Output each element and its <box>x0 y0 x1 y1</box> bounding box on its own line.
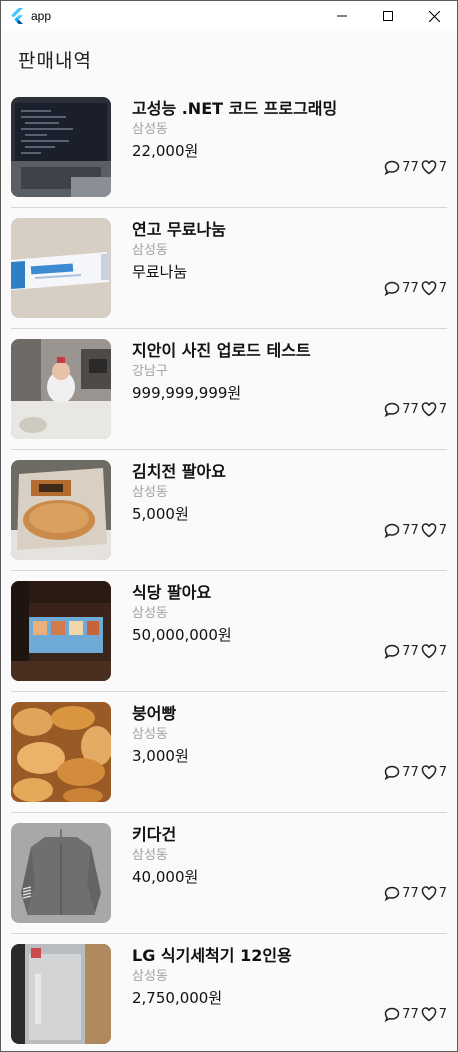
chat-bubble-icon <box>384 402 400 417</box>
heart-icon <box>421 523 436 538</box>
chat-count: 77 <box>402 1007 419 1022</box>
chat-count: 77 <box>402 402 419 417</box>
heart-icon <box>421 765 436 780</box>
chat-bubble-icon <box>384 160 400 175</box>
ointment-tube-photo <box>11 218 111 318</box>
item-price: 22,000원 <box>132 142 199 160</box>
item-stats: 77 7 <box>384 886 447 901</box>
item-stats: 77 7 <box>384 1007 447 1022</box>
close-button[interactable] <box>411 1 457 31</box>
item-price: 40,000원 <box>132 868 199 886</box>
item-title: 식당 팔아요 <box>132 583 212 602</box>
item-stats: 77 7 <box>384 644 447 659</box>
window-title: app <box>31 9 52 23</box>
item-title: 지안이 사진 업로드 테스트 <box>132 341 311 360</box>
like-count: 7 <box>438 886 447 901</box>
maximize-button[interactable] <box>365 1 411 31</box>
list-item[interactable]: 연고 무료나눔 삼성동 무료나눔 77 7 <box>11 208 447 329</box>
item-title: 붕어빵 <box>132 704 177 723</box>
chat-count: 77 <box>402 765 419 780</box>
chat-bubble-icon <box>384 644 400 659</box>
minimize-icon <box>337 15 347 17</box>
item-title: 키다건 <box>132 825 177 844</box>
item-price: 3,000원 <box>132 747 189 765</box>
item-location: 삼성동 <box>132 606 168 621</box>
item-location: 삼성동 <box>132 969 168 984</box>
chat-count: 77 <box>402 281 419 296</box>
cardigan-photo <box>11 823 111 923</box>
list-item[interactable]: LG 식기세척기 12인용 삼성동 2,750,000원 77 7 <box>11 934 447 1051</box>
item-title: 김치전 팔아요 <box>132 462 226 481</box>
item-title: 연고 무료나눔 <box>132 220 226 239</box>
item-stats: 77 7 <box>384 402 447 417</box>
chat-bubble-icon <box>384 523 400 538</box>
item-location: 삼성동 <box>132 243 168 258</box>
list-item[interactable]: 식당 팔아요 삼성동 50,000,000원 77 7 <box>11 571 447 692</box>
chat-count: 77 <box>402 523 419 538</box>
item-stats: 77 7 <box>384 765 447 780</box>
restaurant-photo <box>11 581 111 681</box>
item-stats: 77 7 <box>384 523 447 538</box>
heart-icon <box>421 1007 436 1022</box>
like-count: 7 <box>438 160 447 175</box>
like-count: 7 <box>438 1007 447 1022</box>
heart-icon <box>421 886 436 901</box>
item-location: 삼성동 <box>132 848 168 863</box>
heart-icon <box>421 402 436 417</box>
baby-photo <box>11 339 111 439</box>
item-price: 5,000원 <box>132 505 189 523</box>
item-stats: 77 7 <box>384 160 447 175</box>
heart-icon <box>421 281 436 296</box>
like-count: 7 <box>438 402 447 417</box>
chat-count: 77 <box>402 886 419 901</box>
laptop-photo <box>11 97 111 197</box>
app-window: app 판매내역 고성능 .NET 코드 프로그래밍 삼성동 22,000원 7… <box>0 0 458 1052</box>
list-item[interactable]: 붕어빵 삼성동 3,000원 77 7 <box>11 692 447 813</box>
item-location: 삼성동 <box>132 122 168 137</box>
like-count: 7 <box>438 644 447 659</box>
page-title: 판매내역 <box>18 49 92 72</box>
chat-bubble-icon <box>384 1007 400 1022</box>
flutter-logo-icon <box>11 8 23 24</box>
item-price: 무료나눔 <box>132 263 188 281</box>
like-count: 7 <box>438 523 447 538</box>
list-item[interactable]: 김치전 팔아요 삼성동 5,000원 77 7 <box>11 450 447 571</box>
item-title: 고성능 .NET 코드 프로그래밍 <box>132 99 338 118</box>
chat-count: 77 <box>402 160 419 175</box>
app-bar: 판매내역 <box>1 31 457 87</box>
item-price: 50,000,000원 <box>132 626 232 644</box>
heart-icon <box>421 644 436 659</box>
chat-bubble-icon <box>384 765 400 780</box>
item-title: LG 식기세척기 12인용 <box>132 946 292 965</box>
chat-bubble-icon <box>384 281 400 296</box>
kimchi-pancake-photo <box>11 460 111 560</box>
item-price: 2,750,000원 <box>132 989 223 1007</box>
item-location: 삼성동 <box>132 485 168 500</box>
heart-icon <box>421 160 436 175</box>
item-location: 강남구 <box>132 364 168 379</box>
maximize-icon <box>383 11 393 21</box>
item-location: 삼성동 <box>132 727 168 742</box>
item-stats: 77 7 <box>384 281 447 296</box>
chat-bubble-icon <box>384 886 400 901</box>
like-count: 7 <box>438 281 447 296</box>
list-item[interactable]: 고성능 .NET 코드 프로그래밍 삼성동 22,000원 77 7 <box>11 87 447 208</box>
close-icon <box>428 10 440 22</box>
minimize-button[interactable] <box>319 1 365 31</box>
list-item[interactable]: 지안이 사진 업로드 테스트 강남구 999,999,999원 77 7 <box>11 329 447 450</box>
chat-count: 77 <box>402 644 419 659</box>
like-count: 7 <box>438 765 447 780</box>
item-price: 999,999,999원 <box>132 384 242 402</box>
sales-list[interactable]: 고성능 .NET 코드 프로그래밍 삼성동 22,000원 77 7 연고 무료… <box>1 87 457 1051</box>
dishwasher-photo <box>11 944 111 1044</box>
list-item[interactable]: 키다건 삼성동 40,000원 77 7 <box>11 813 447 934</box>
title-bar[interactable]: app <box>1 1 457 31</box>
fish-bread-photo <box>11 702 111 802</box>
